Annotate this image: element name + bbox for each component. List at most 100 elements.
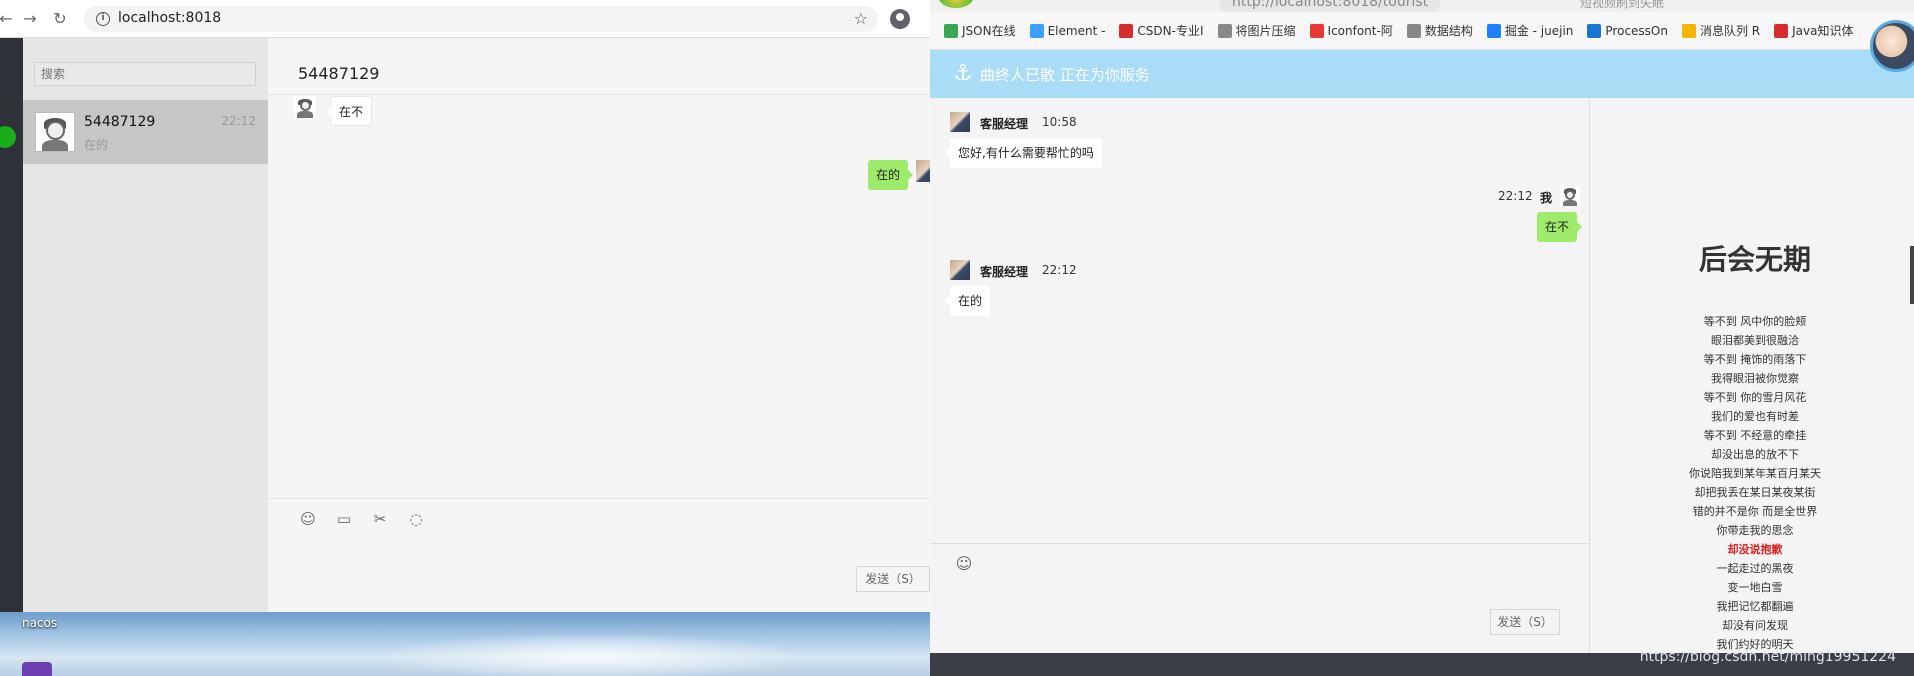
back-icon[interactable]: ←	[0, 9, 16, 29]
lyric-line: 你带走我的思念	[1716, 524, 1794, 537]
bookmark-label: 掘金 - juejin	[1504, 24, 1574, 38]
send-button[interactable]: 发送（S）	[1490, 609, 1560, 635]
bookmark-favicon-icon	[1486, 24, 1501, 38]
reload-icon[interactable]: ↻	[50, 9, 70, 29]
bookmark-item[interactable]: CSDN-专业I	[1119, 12, 1204, 49]
chat-history-icon[interactable]: ◌	[406, 509, 426, 529]
session-time: 22:12	[221, 114, 256, 128]
lyrics-panel: 后会无期 等不到 风中你的脸颊 眼泪都美到很融洽 等不到 掩饰的雨落下 我得眼泪被你觉…	[1590, 98, 1914, 653]
session-list: 54487129 22:12 在的	[23, 38, 268, 612]
desktop-wallpaper: nacos	[0, 612, 930, 676]
bookmark-item[interactable]: Element -	[1029, 12, 1106, 49]
bookmark-item[interactable]: 消息队列 R	[1681, 12, 1761, 49]
bookmark-item[interactable]: Iconfont-阿	[1309, 12, 1393, 49]
bookmark-favicon-icon	[1309, 24, 1324, 38]
browser-toolbar: http://localhost:8018/tourist 短视频刷到失眠	[930, 0, 1914, 12]
bookmark-favicon-icon	[944, 24, 958, 38]
session-last-message: 在的	[84, 138, 109, 152]
app-side-strip	[0, 38, 23, 612]
lyric-line: 错的并不是你 而是全世界	[1692, 505, 1818, 518]
avatar	[950, 260, 970, 280]
bookmark-item[interactable]: 将图片压缩	[1217, 12, 1296, 49]
divider	[268, 94, 930, 95]
chat-title: 54487129	[298, 64, 380, 83]
session-name: 54487129	[84, 114, 156, 130]
browser-toolbar: ← → ↻ i localhost:8018 ☆	[0, 0, 930, 38]
browser-logo-icon[interactable]	[938, 0, 974, 8]
bookmark-label: 将图片压缩	[1235, 24, 1296, 38]
address-url[interactable]: localhost:8018	[118, 10, 221, 26]
bookmark-label: JSON在线	[962, 24, 1016, 38]
bookmark-label: Iconfont-阿	[1327, 24, 1393, 38]
bookmark-star-icon[interactable]: ☆	[854, 9, 868, 28]
header-title: 曲终人已散 正在为你服务	[980, 66, 1150, 84]
lyric-line: 等不到 风中你的脸颊	[1703, 315, 1807, 328]
lyric-line: 一起走过的黑夜	[1716, 562, 1794, 575]
lyric-line: 等不到 不经意的牵挂	[1703, 429, 1807, 442]
profile-icon[interactable]	[890, 9, 910, 29]
chat-panel: 客服经理 10:58 您好,有什么需要帮忙的吗 22:12 我 在不 客服经理 …	[930, 98, 1590, 543]
lyric-line: 却没出息的放不下	[1711, 448, 1799, 461]
sender-name: 我	[1540, 191, 1553, 205]
bookmark-label: ProcessOn	[1605, 24, 1668, 38]
watermark: https://blog.csdn.net/ming19951224	[1639, 649, 1896, 665]
session-item[interactable]: 54487129 22:12 在的	[23, 100, 268, 164]
scrollbar-thumb[interactable]	[1910, 246, 1914, 304]
chat-panel: 54487129 在不 在的 ☺ ▭ ✂ ◌ 发送（S）	[268, 38, 938, 612]
lyric-line: 却没有问发现	[1722, 619, 1788, 632]
bookmark-label: CSDN-专业I	[1137, 24, 1204, 38]
message-bubble: 在的	[868, 160, 914, 190]
lyric-line: 你说陪我到某年某百月某天	[1689, 467, 1821, 480]
lyric-line: 我把记忆都翻遍	[1716, 600, 1794, 613]
sender-name: 客服经理	[980, 117, 1029, 131]
bookmark-label: Element -	[1047, 24, 1106, 38]
folder-icon[interactable]: ▭	[334, 509, 354, 529]
scissors-icon[interactable]: ✂	[370, 509, 390, 529]
lyrics-list: 等不到 风中你的脸颊 眼泪都美到很融洽 等不到 掩饰的雨落下 我得眼泪被你觉察 等不到 …	[1590, 312, 1914, 654]
bookmark-item[interactable]: JSON在线	[944, 12, 1016, 49]
wallpaper-cloud	[380, 632, 800, 676]
avatar[interactable]	[1870, 20, 1914, 72]
avatar	[35, 112, 75, 152]
lyric-line: 变一地白雪	[1727, 581, 1783, 594]
message-bubble: 在的	[944, 286, 991, 316]
address-url[interactable]: http://localhost:8018/tourist	[1220, 0, 1441, 12]
bookmark-item[interactable]: 数据结构	[1406, 12, 1473, 49]
send-button[interactable]: 发送（S）	[856, 566, 930, 592]
message-time: 22:12	[1498, 189, 1533, 203]
message-bubble: 在不	[1537, 212, 1583, 242]
bookmark-favicon-icon	[1774, 24, 1789, 38]
lyric-line: 我们的爱也有时差	[1711, 410, 1799, 423]
lyric-line: 却把我丢在某日某夜某街	[1694, 486, 1816, 499]
lyric-line: 等不到 掩饰的雨落下	[1703, 353, 1807, 366]
message-bubble: 在不	[325, 96, 373, 126]
bookmark-favicon-icon	[1119, 24, 1134, 38]
bookmark-favicon-icon	[1681, 24, 1696, 38]
search-input[interactable]	[34, 62, 256, 86]
emoji-icon[interactable]: ☺	[954, 554, 974, 574]
site-info-icon[interactable]: i	[96, 12, 110, 26]
agent-chat-window: ← → ↻ i localhost:8018 ☆ 54487129 22:12 …	[0, 0, 938, 612]
message-time: 10:58	[1042, 115, 1077, 129]
message-bubble: 您好,有什么需要帮忙的吗	[945, 138, 1102, 168]
desktop-app-icon[interactable]	[22, 662, 52, 676]
divider	[268, 498, 930, 499]
avatar	[1560, 186, 1580, 206]
message-input-area[interactable]: ☺ 发送（S）	[930, 543, 1590, 653]
lyric-line: 却没说抱歉	[1727, 543, 1783, 556]
avatar	[950, 112, 970, 132]
tourist-chat-window: http://localhost:8018/tourist 短视频刷到失眠 JS…	[930, 0, 1914, 676]
bookmark-label: 数据结构	[1424, 24, 1473, 38]
bookmark-label: 消息队列 R	[1699, 24, 1761, 38]
emoji-icon[interactable]: ☺	[298, 509, 318, 529]
search-input[interactable]: 短视频刷到失眠	[1580, 0, 1664, 11]
desktop-icon-label[interactable]: nacos	[22, 616, 57, 630]
bookmark-favicon-icon	[1029, 24, 1044, 38]
bookmark-item[interactable]: 掘金 - juejin	[1486, 12, 1574, 49]
forward-icon[interactable]: →	[20, 9, 40, 29]
chat-header: ⚓ 曲终人已散 正在为你服务	[930, 50, 1914, 98]
bookmark-item[interactable]: ProcessOn	[1587, 12, 1668, 49]
lyrics-title: 后会无期	[1698, 243, 1811, 276]
bookmark-item[interactable]: Java知识体	[1774, 12, 1854, 49]
address-bar[interactable]: i localhost:8018 ☆	[84, 6, 878, 32]
